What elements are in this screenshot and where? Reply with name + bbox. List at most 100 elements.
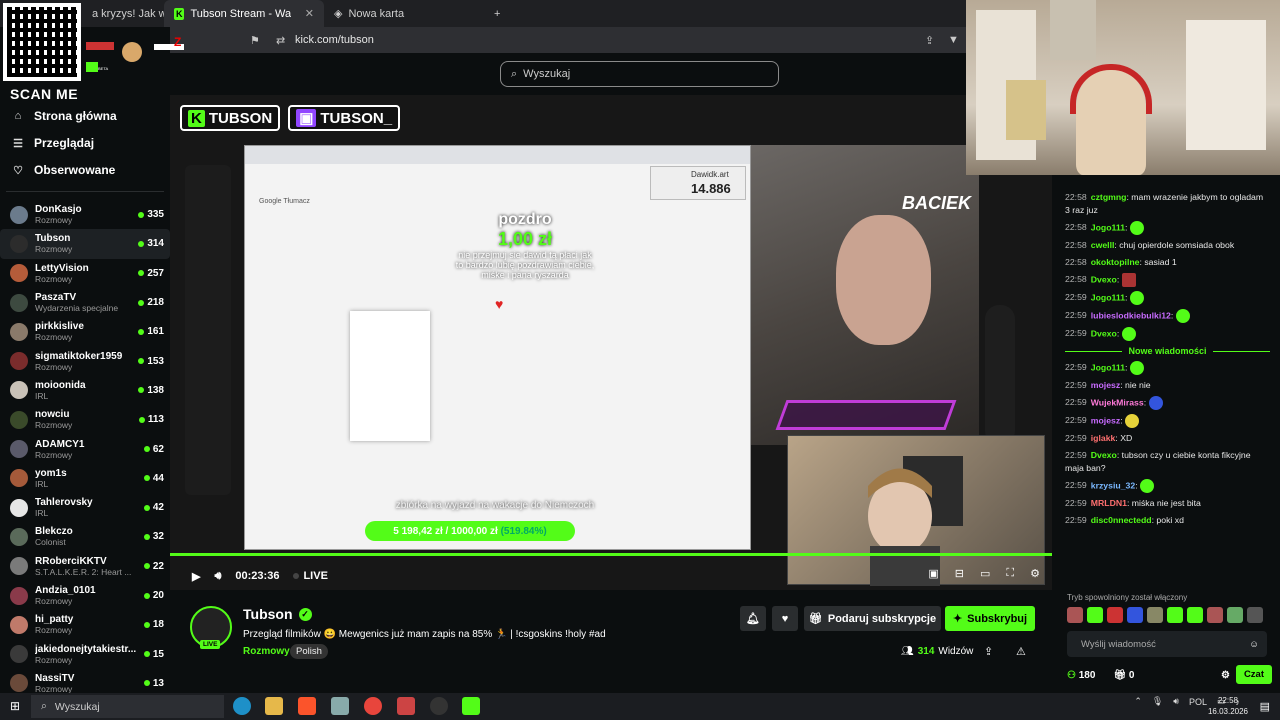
gift-icon[interactable]: 🎁︎	[1113, 670, 1126, 681]
chat-username[interactable]: Dvexo	[1091, 274, 1117, 284]
chat-username[interactable]: mojesz	[1091, 380, 1120, 390]
kick-app-icon[interactable]	[462, 697, 480, 715]
emote-icon[interactable]	[1127, 607, 1143, 623]
fullscreen-icon[interactable]: ⛶	[1006, 567, 1014, 580]
url-field[interactable]: kick.com/tubson	[295, 34, 374, 46]
channel-item[interactable]: nowciu Rozmowy 113	[0, 405, 170, 434]
points-icon[interactable]: ⚇	[1067, 670, 1076, 681]
chat-username[interactable]: krzysiu_32	[1091, 480, 1135, 490]
video-player[interactable]: K TUBSON ▣ TUBSON_ Google Tłumacz Dawidk.a…	[170, 95, 1052, 590]
chat-settings-icon[interactable]: ⚙	[1221, 670, 1230, 681]
channel-item[interactable]: pirkkislive Rozmowy 161	[0, 317, 170, 346]
tab-tubson[interactable]: K Tubson Stream - Watch Live on K ✕	[164, 0, 324, 27]
new-tab-button[interactable]: +	[484, 0, 510, 27]
chat-username[interactable]: Jogo111	[1091, 222, 1125, 232]
share-icon[interactable]: ⇪	[984, 645, 993, 658]
chat-username[interactable]: mojesz	[1091, 415, 1120, 425]
stream-tag[interactable]: Polish	[290, 644, 328, 659]
edge-icon[interactable]	[233, 697, 251, 715]
chat-username[interactable]: Jogo111	[1091, 362, 1125, 372]
share-icon[interactable]: ⇪	[925, 34, 934, 47]
speaker-icon[interactable]: 🔊︎	[1173, 696, 1179, 707]
chat-message: 22:59 mojesz:	[1055, 412, 1280, 430]
site-info-icon[interactable]: ⇄	[276, 34, 285, 47]
chat-username[interactable]: iglakk	[1091, 433, 1116, 443]
chat-username[interactable]: Jogo111	[1091, 292, 1125, 302]
play-icon[interactable]: ▶	[192, 570, 200, 583]
gift-sub-button[interactable]: 🎁︎ Podaruj subskrypcje	[804, 606, 941, 631]
chat-username[interactable]: lubieslodkiebulki12	[1091, 310, 1171, 320]
tab-new[interactable]: ◈ Nowa karta	[324, 0, 484, 27]
follow-button[interactable]: ♥	[772, 606, 798, 631]
points-count: 180	[1078, 669, 1096, 681]
nav-browse[interactable]: ☰ Przeglądaj	[0, 129, 170, 156]
notification-button[interactable]: 🔔︎	[740, 606, 766, 631]
channel-item[interactable]: RRoberciKKTV S.T.A.L.K.E.R. 2: Heart ...…	[0, 552, 170, 581]
brave-icon[interactable]	[298, 697, 316, 715]
channel-item[interactable]: moioonida IRL 138	[0, 376, 170, 405]
tab-prev[interactable]: a kryzys! Jak wojna w...	[82, 0, 164, 27]
chat-username[interactable]: MRLDN1	[1091, 498, 1127, 508]
channel-item[interactable]: jakiedonejtytakiestr... Rozmowy 15	[0, 639, 170, 668]
emote-icon[interactable]	[1087, 607, 1103, 623]
emote-icon[interactable]	[1107, 607, 1123, 623]
channel-item[interactable]: DonKasjo Rozmowy 335	[0, 200, 170, 229]
chevron-up-icon[interactable]: ⌃	[1134, 696, 1142, 707]
send-chat-button[interactable]: Czat	[1235, 665, 1272, 684]
search-input[interactable]: ⌕ Wyszukaj	[500, 61, 779, 87]
stream-progress[interactable]	[170, 553, 1052, 556]
notifications-icon[interactable]: ▤	[1260, 700, 1270, 713]
chat-username[interactable]: okoktopilne	[1091, 257, 1140, 267]
report-icon[interactable]: ⚠	[1016, 645, 1026, 658]
channel-item[interactable]: Andzia_0101 Rozmowy 20	[0, 581, 170, 610]
close-tab-icon[interactable]: ✕	[305, 7, 314, 20]
bookmark-icon[interactable]: ⚑	[250, 34, 260, 47]
theater-icon[interactable]: ⊟	[955, 567, 964, 580]
channel-item[interactable]: LettyVision Rozmowy 257	[0, 259, 170, 288]
emote-icon[interactable]	[1247, 607, 1263, 623]
chat-username[interactable]: disc0nnectedd	[1091, 515, 1152, 525]
emote-icon[interactable]	[1187, 607, 1203, 623]
channel-item[interactable]: Tahlerovsky IRL 42	[0, 493, 170, 522]
volume-icon[interactable]: 🔊︎	[214, 570, 221, 583]
language-label[interactable]: POL	[1189, 697, 1207, 707]
subscribe-button[interactable]: ✦ Subskrybuj	[945, 606, 1035, 631]
emote-icon[interactable]	[1207, 607, 1223, 623]
channel-item[interactable]: ADAMCY1 Rozmowy 62	[0, 434, 170, 463]
app-icon[interactable]	[397, 697, 415, 715]
settings-icon[interactable]: ⚙	[1030, 567, 1040, 580]
chrome-icon[interactable]	[364, 697, 382, 715]
pip-icon[interactable]: ▣	[928, 567, 938, 580]
mic-icon[interactable]: 🎙︎	[1152, 696, 1163, 707]
emote-icon[interactable]	[1067, 607, 1083, 623]
nav-home[interactable]: ⌂ Strona główna	[0, 102, 170, 129]
emote-icon[interactable]	[1147, 607, 1163, 623]
channel-item[interactable]: yom1s IRL 44	[0, 464, 170, 493]
emoji-icon[interactable]: ☺	[1249, 639, 1259, 650]
clock[interactable]: 22:58 16.03.2026	[1208, 695, 1248, 717]
app-icon[interactable]	[331, 697, 349, 715]
taskbar-search[interactable]: ⌕ Wyszukaj	[31, 695, 224, 718]
channel-item[interactable]: Tubson Rozmowy 314	[0, 229, 170, 259]
chat-username[interactable]: Dvexo	[1091, 450, 1117, 460]
channel-item[interactable]: sigmatiktoker1959 Rozmowy 153	[0, 346, 170, 375]
chat-username[interactable]: cztgmng	[1091, 192, 1127, 202]
obs-icon[interactable]	[430, 697, 448, 715]
brave-shield-icon[interactable]: ▼	[948, 34, 959, 46]
windows-start-icon[interactable]: ⊞	[10, 699, 20, 713]
nav-following[interactable]: ♡ Obserwowane	[0, 156, 170, 183]
emote-icon[interactable]	[1227, 607, 1243, 623]
chat-username[interactable]: WujekMirass	[1091, 397, 1144, 407]
chat-username[interactable]: cwelll	[1091, 240, 1115, 250]
cinema-icon[interactable]: ▭	[980, 567, 990, 580]
channel-item[interactable]: Blekczo Colonist 32	[0, 522, 170, 551]
channel-item[interactable]: PaszaTV Wydarzenia specjalne 218	[0, 288, 170, 317]
chat-username[interactable]: Dvexo	[1091, 328, 1117, 338]
stream-category[interactable]: Rozmowy	[243, 646, 290, 657]
folder-icon[interactable]	[265, 697, 283, 715]
chat-input[interactable]: Wyślij wiadomość ☺	[1067, 631, 1267, 657]
new-messages-divider[interactable]: Nowe wiadomości	[1055, 343, 1280, 359]
channel-item[interactable]: hi_patty Rozmowy 18	[0, 610, 170, 639]
channel-name[interactable]: Tubson ✓	[243, 606, 312, 622]
emote-icon[interactable]	[1167, 607, 1183, 623]
